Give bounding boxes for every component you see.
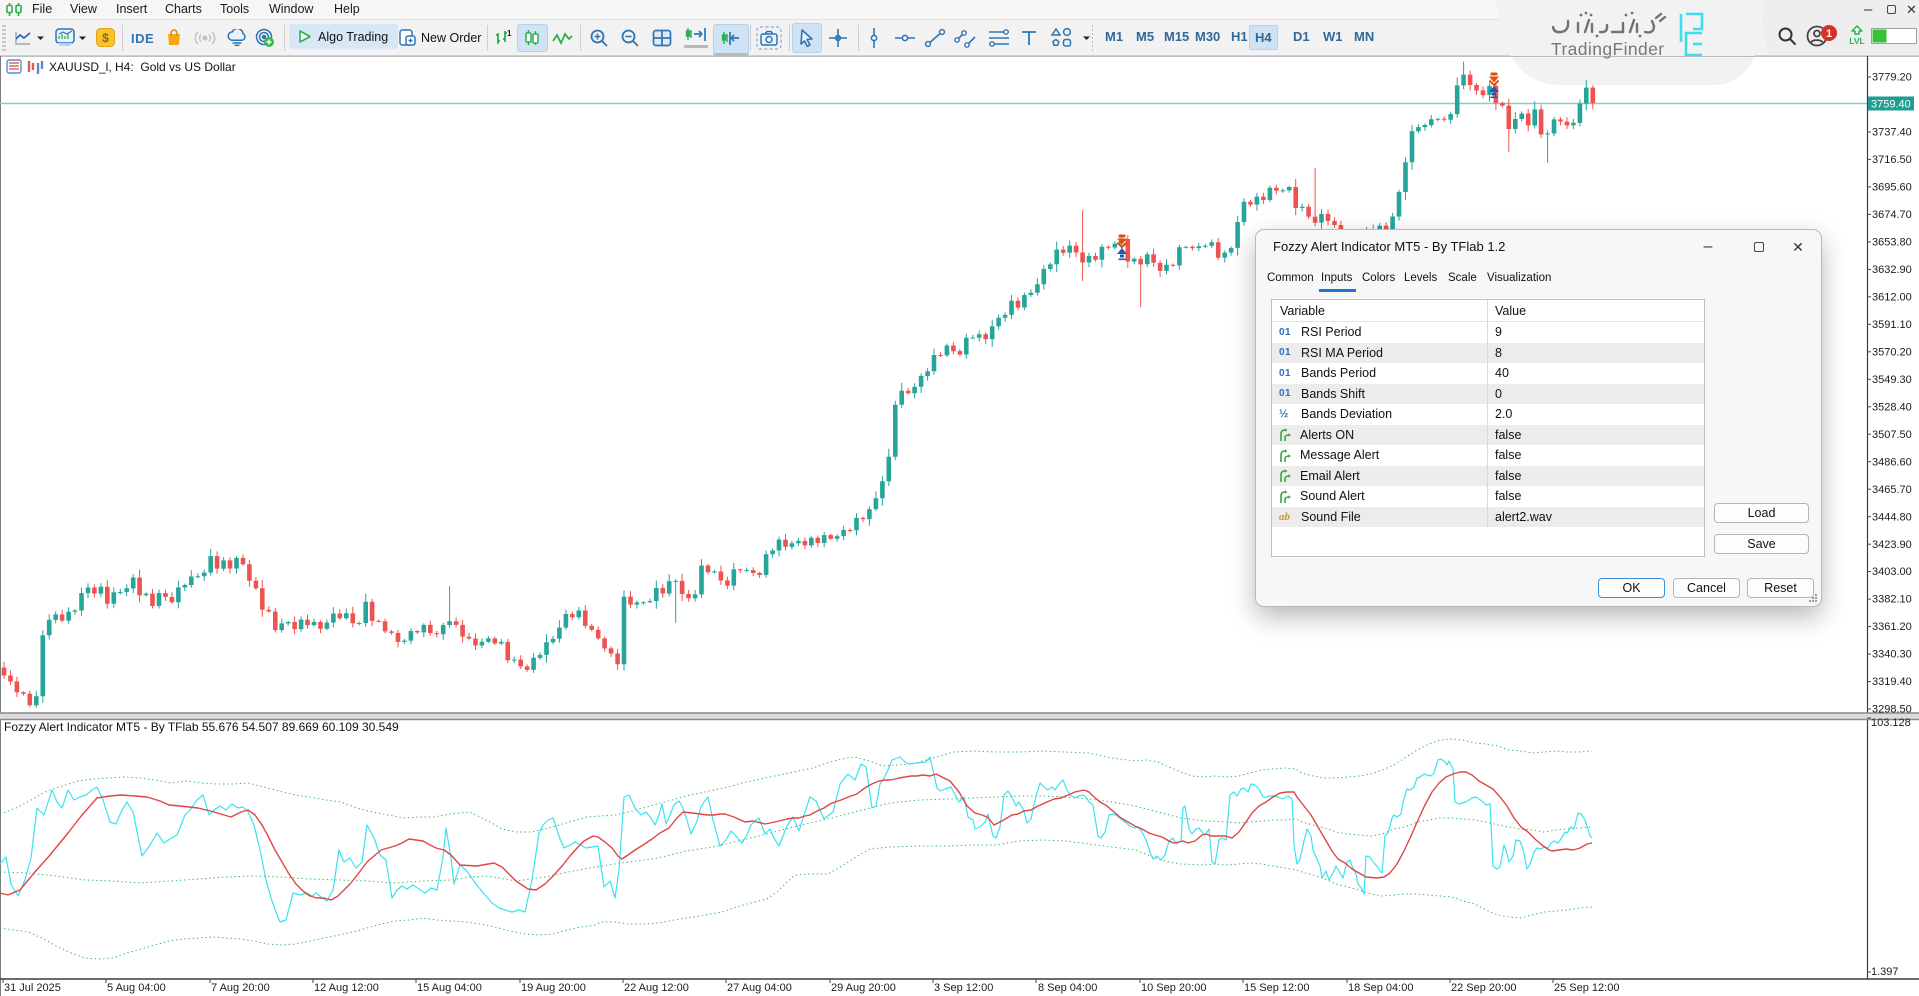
svg-text:3570.20: 3570.20 — [1872, 346, 1912, 358]
svg-text:3591.10: 3591.10 — [1872, 319, 1912, 331]
svg-text:27 Aug 04:00: 27 Aug 04:00 — [727, 982, 792, 994]
svg-text:3779.20: 3779.20 — [1872, 72, 1912, 84]
svg-text:3340.30: 3340.30 — [1872, 649, 1912, 661]
svg-text:3737.40: 3737.40 — [1872, 127, 1912, 139]
svg-text:3612.00: 3612.00 — [1872, 291, 1912, 303]
svg-text:3632.90: 3632.90 — [1872, 264, 1912, 276]
svg-text:8 Sep 04:00: 8 Sep 04:00 — [1038, 982, 1097, 994]
svg-text:3695.60: 3695.60 — [1872, 182, 1912, 194]
svg-text:3465.70: 3465.70 — [1872, 484, 1912, 496]
svg-text:22 Aug 12:00: 22 Aug 12:00 — [624, 982, 689, 994]
svg-text:3423.90: 3423.90 — [1872, 539, 1912, 551]
svg-text:31 Jul 2025: 31 Jul 2025 — [4, 982, 61, 994]
svg-text:3759.40: 3759.40 — [1871, 99, 1911, 111]
svg-text:22 Sep 20:00: 22 Sep 20:00 — [1451, 982, 1516, 994]
svg-text:29 Aug 20:00: 29 Aug 20:00 — [831, 982, 896, 994]
svg-text:1: 1 — [1826, 28, 1832, 40]
svg-text:5 Aug 04:00: 5 Aug 04:00 — [107, 982, 166, 994]
svg-text:7 Aug 20:00: 7 Aug 20:00 — [211, 982, 270, 994]
svg-text:3674.70: 3674.70 — [1872, 209, 1912, 221]
svg-text:3716.50: 3716.50 — [1872, 154, 1912, 166]
svg-text:3403.00: 3403.00 — [1872, 566, 1912, 578]
svg-text:3653.80: 3653.80 — [1872, 237, 1912, 249]
svg-text:1.397: 1.397 — [1871, 966, 1899, 978]
svg-text:15 Sep 12:00: 15 Sep 12:00 — [1244, 982, 1309, 994]
svg-text:3298.50: 3298.50 — [1872, 704, 1912, 716]
svg-text:3528.40: 3528.40 — [1872, 401, 1912, 413]
svg-text:Fozzy Alert Indicator MT5 - By: Fozzy Alert Indicator MT5 - By TFlab 55.… — [4, 720, 399, 734]
svg-text:10 Sep 20:00: 10 Sep 20:00 — [1141, 982, 1206, 994]
svg-text:3319.40: 3319.40 — [1872, 676, 1912, 688]
svg-text:3382.10: 3382.10 — [1872, 594, 1912, 606]
svg-text:18 Sep 04:00: 18 Sep 04:00 — [1348, 982, 1413, 994]
svg-text:3361.20: 3361.20 — [1872, 621, 1912, 633]
svg-text:XAUUSD_l, H4: Gold vs US Doll: XAUUSD_l, H4: Gold vs US Dollar — [49, 60, 236, 74]
svg-text:3444.80: 3444.80 — [1872, 511, 1912, 523]
svg-text:25 Sep 12:00: 25 Sep 12:00 — [1554, 982, 1619, 994]
svg-text:3507.50: 3507.50 — [1872, 429, 1912, 441]
svg-text:103.128: 103.128 — [1871, 717, 1911, 729]
svg-text:15 Aug 04:00: 15 Aug 04:00 — [417, 982, 482, 994]
svg-text:3 Sep 12:00: 3 Sep 12:00 — [934, 982, 993, 994]
svg-text:3486.60: 3486.60 — [1872, 456, 1912, 468]
svg-text:LVL: LVL — [1849, 36, 1864, 46]
svg-text:12 Aug 12:00: 12 Aug 12:00 — [314, 982, 379, 994]
svg-text:3549.30: 3549.30 — [1872, 374, 1912, 386]
svg-text:19 Aug 20:00: 19 Aug 20:00 — [521, 982, 586, 994]
